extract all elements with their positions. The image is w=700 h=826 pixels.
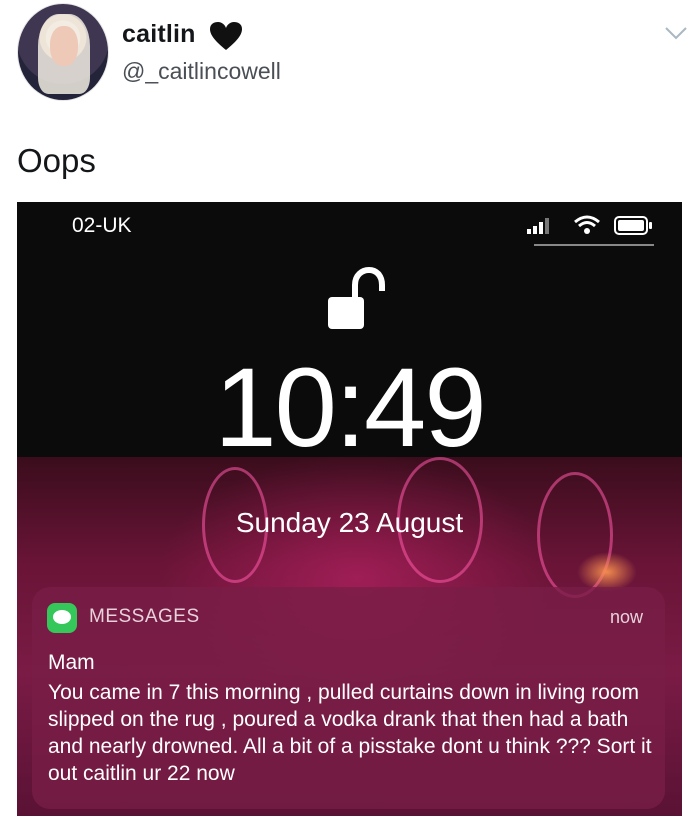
unlocked-padlock-icon — [328, 267, 385, 329]
carrier-label: 02-UK — [72, 214, 132, 237]
notification-time: now — [609, 607, 643, 627]
status-divider — [534, 244, 654, 246]
display-name[interactable]: caitlin — [122, 20, 196, 49]
status-bar-icons — [527, 215, 652, 235]
chevron-down-icon[interactable] — [664, 25, 688, 41]
notification-sender: Mam — [48, 651, 95, 674]
user-handle[interactable]: @_caitlincowell — [122, 58, 281, 85]
signal-icon — [527, 218, 549, 234]
messages-notification[interactable]: MESSAGES now Mam You came in 7 this morn… — [32, 587, 665, 809]
avatar-face — [50, 26, 78, 66]
black-heart-icon — [210, 22, 242, 50]
wifi-icon — [574, 215, 600, 228]
wallpaper-light — [577, 552, 637, 592]
avatar[interactable] — [17, 3, 109, 101]
notification-app-name: MESSAGES — [89, 606, 200, 627]
messages-app-icon — [47, 603, 77, 633]
lockscreen-screenshot: 02-UK 10:49 Sunday 23 August MESSAGES no… — [17, 202, 682, 816]
notification-message: You came in 7 this morning , pulled curt… — [48, 681, 652, 785]
battery-icon — [614, 216, 652, 235]
tweet-text: Oops — [17, 142, 96, 179]
lockscreen-date: Sunday 23 August — [235, 507, 464, 538]
lockscreen-time: 10:49 — [214, 345, 486, 470]
